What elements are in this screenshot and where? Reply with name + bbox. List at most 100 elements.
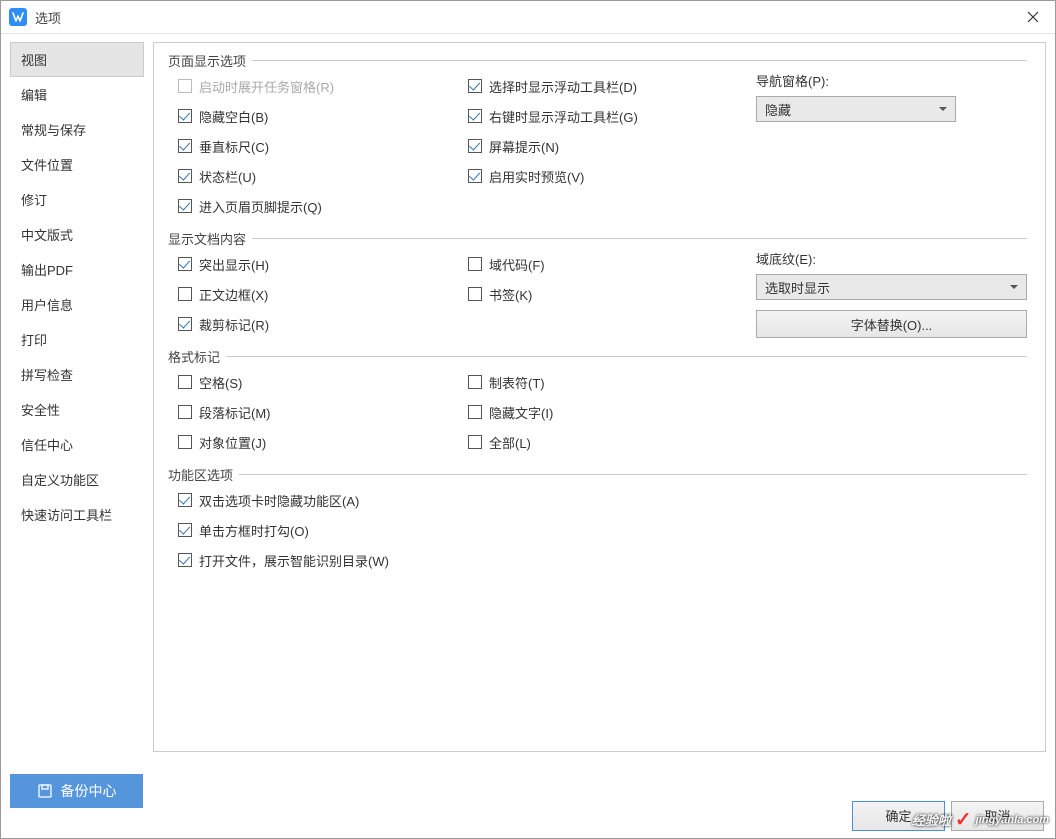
sidebar-item-label: 用户信息 — [21, 295, 73, 314]
chk-label: 突出显示(H) — [199, 255, 269, 274]
chk-all[interactable]: 全部(L) — [468, 427, 756, 457]
footer: 确定 取消 — [852, 793, 1044, 838]
chk-taskpane-startup: 启动时展开任务窗格(R) — [178, 71, 468, 101]
chk-header-footer-hint[interactable]: 进入页眉页脚提示(Q) — [178, 191, 468, 221]
sidebar: 视图 编辑 常规与保存 文件位置 修订 中文版式 输出PDF 用户信息 打印 拼… — [1, 34, 153, 760]
chk-object-anchors[interactable]: 对象位置(J) — [178, 427, 468, 457]
chk-smart-toc-on-open[interactable]: 打开文件，展示智能识别目录(W) — [178, 545, 1027, 575]
chk-hide-blank[interactable]: 隐藏空白(B) — [178, 101, 468, 131]
chk-spaces[interactable]: 空格(S) — [178, 367, 468, 397]
chk-tabs[interactable]: 制表符(T) — [468, 367, 756, 397]
sidebar-item-label: 快速访问工具栏 — [21, 505, 112, 524]
checkbox-icon — [178, 435, 192, 449]
checkbox-icon — [178, 493, 192, 507]
sidebar-item-label: 编辑 — [21, 85, 47, 104]
backup-icon — [37, 783, 53, 799]
main-panel: 页面显示选项 启动时展开任务窗格(R) 隐藏空白(B) 垂直标尺(C) 状态栏(… — [153, 42, 1046, 752]
checkbox-icon — [178, 317, 192, 331]
chk-live-preview[interactable]: 启用实时预览(V) — [468, 161, 756, 191]
chk-label: 域代码(F) — [489, 255, 545, 274]
chk-field-codes[interactable]: 域代码(F) — [468, 249, 756, 279]
group-title: 格式标记 — [168, 347, 224, 366]
checkbox-icon — [468, 257, 482, 271]
close-icon — [1027, 11, 1039, 23]
chk-label: 对象位置(J) — [199, 433, 266, 452]
checkbox-icon — [178, 375, 192, 389]
chk-label: 单击方框时打勾(O) — [199, 521, 309, 540]
chk-float-toolbar-select[interactable]: 选择时显示浮动工具栏(D) — [468, 71, 756, 101]
chk-crop-marks[interactable]: 裁剪标记(R) — [178, 309, 468, 339]
chk-label: 隐藏文字(I) — [489, 403, 553, 422]
chk-bookmarks[interactable]: 书签(K) — [468, 279, 756, 309]
content: 视图 编辑 常规与保存 文件位置 修订 中文版式 输出PDF 用户信息 打印 拼… — [1, 34, 1055, 760]
sidebar-item-label: 自定义功能区 — [21, 470, 99, 489]
chk-label: 右键时显示浮动工具栏(G) — [489, 107, 638, 126]
sidebar-item-label: 信任中心 — [21, 435, 73, 454]
chk-vertical-ruler[interactable]: 垂直标尺(C) — [178, 131, 468, 161]
font-substitution-button[interactable]: 字体替换(O)... — [756, 310, 1027, 338]
sidebar-item-file-location[interactable]: 文件位置 — [10, 147, 144, 182]
group-page-display: 页面显示选项 启动时展开任务窗格(R) 隐藏空白(B) 垂直标尺(C) 状态栏(… — [168, 49, 1027, 221]
chk-label: 进入页眉页脚提示(Q) — [199, 197, 322, 216]
chk-label: 裁剪标记(R) — [199, 315, 269, 334]
sidebar-item-general-save[interactable]: 常规与保存 — [10, 112, 144, 147]
group-title: 页面显示选项 — [168, 51, 250, 70]
sidebar-item-security[interactable]: 安全性 — [10, 392, 144, 427]
sidebar-item-label: 中文版式 — [21, 225, 73, 244]
sidebar-item-revision[interactable]: 修订 — [10, 182, 144, 217]
chk-label: 屏幕提示(N) — [489, 137, 559, 156]
field-shading-label: 域底纹(E): — [756, 249, 1027, 268]
sidebar-item-label: 打印 — [21, 330, 47, 349]
sidebar-item-customize-ribbon[interactable]: 自定义功能区 — [10, 462, 144, 497]
nav-pane-select[interactable]: 隐藏 — [756, 96, 956, 122]
sidebar-item-label: 安全性 — [21, 400, 60, 419]
sidebar-item-spellcheck[interactable]: 拼写检查 — [10, 357, 144, 392]
chk-screen-tips[interactable]: 屏幕提示(N) — [468, 131, 756, 161]
chk-label: 制表符(T) — [489, 373, 545, 392]
close-button[interactable] — [1019, 3, 1047, 31]
chk-status-bar[interactable]: 状态栏(U) — [178, 161, 468, 191]
group-title: 显示文档内容 — [168, 229, 250, 248]
checkbox-icon — [468, 287, 482, 301]
cancel-button[interactable]: 取消 — [951, 801, 1044, 831]
chk-paragraph-marks[interactable]: 段落标记(M) — [178, 397, 468, 427]
chk-label: 选择时显示浮动工具栏(D) — [489, 77, 637, 96]
chk-dblclick-hide-ribbon[interactable]: 双击选项卡时隐藏功能区(A) — [178, 485, 1027, 515]
checkbox-icon — [178, 287, 192, 301]
chk-label: 隐藏空白(B) — [199, 107, 268, 126]
button-label: 字体替换(O)... — [851, 315, 933, 334]
sidebar-item-user-info[interactable]: 用户信息 — [10, 287, 144, 322]
checkbox-icon — [178, 199, 192, 213]
sidebar-item-edit[interactable]: 编辑 — [10, 77, 144, 112]
divider — [252, 238, 1027, 239]
ok-button[interactable]: 确定 — [852, 801, 945, 831]
chk-label: 垂直标尺(C) — [199, 137, 269, 156]
checkbox-icon — [178, 139, 192, 153]
chk-click-box-check[interactable]: 单击方框时打勾(O) — [178, 515, 1027, 545]
field-shading-select[interactable]: 选取时显示 — [756, 274, 1027, 300]
sidebar-item-chinese-layout[interactable]: 中文版式 — [10, 217, 144, 252]
checkbox-icon — [178, 257, 192, 271]
group-title: 功能区选项 — [168, 465, 237, 484]
sidebar-item-print[interactable]: 打印 — [10, 322, 144, 357]
checkbox-icon — [178, 523, 192, 537]
chk-label: 书签(K) — [489, 285, 532, 304]
chk-text-border[interactable]: 正文边框(X) — [178, 279, 468, 309]
sidebar-item-quick-access[interactable]: 快速访问工具栏 — [10, 497, 144, 532]
checkbox-icon — [468, 405, 482, 419]
chk-label: 启用实时预览(V) — [489, 167, 584, 186]
sidebar-item-view[interactable]: 视图 — [10, 42, 144, 77]
checkbox-icon — [468, 375, 482, 389]
chk-highlight[interactable]: 突出显示(H) — [178, 249, 468, 279]
checkbox-icon — [468, 169, 482, 183]
backup-center-button[interactable]: 备份中心 — [10, 774, 143, 808]
sidebar-item-trust-center[interactable]: 信任中心 — [10, 427, 144, 462]
chk-hidden-text[interactable]: 隐藏文字(I) — [468, 397, 756, 427]
chk-float-toolbar-rclick[interactable]: 右键时显示浮动工具栏(G) — [468, 101, 756, 131]
checkbox-icon — [178, 79, 192, 93]
checkbox-icon — [178, 169, 192, 183]
chevron-down-icon — [1010, 285, 1018, 289]
chk-label: 打开文件，展示智能识别目录(W) — [199, 551, 389, 570]
nav-pane-label: 导航窗格(P): — [756, 71, 1027, 90]
sidebar-item-output-pdf[interactable]: 输出PDF — [10, 252, 144, 287]
